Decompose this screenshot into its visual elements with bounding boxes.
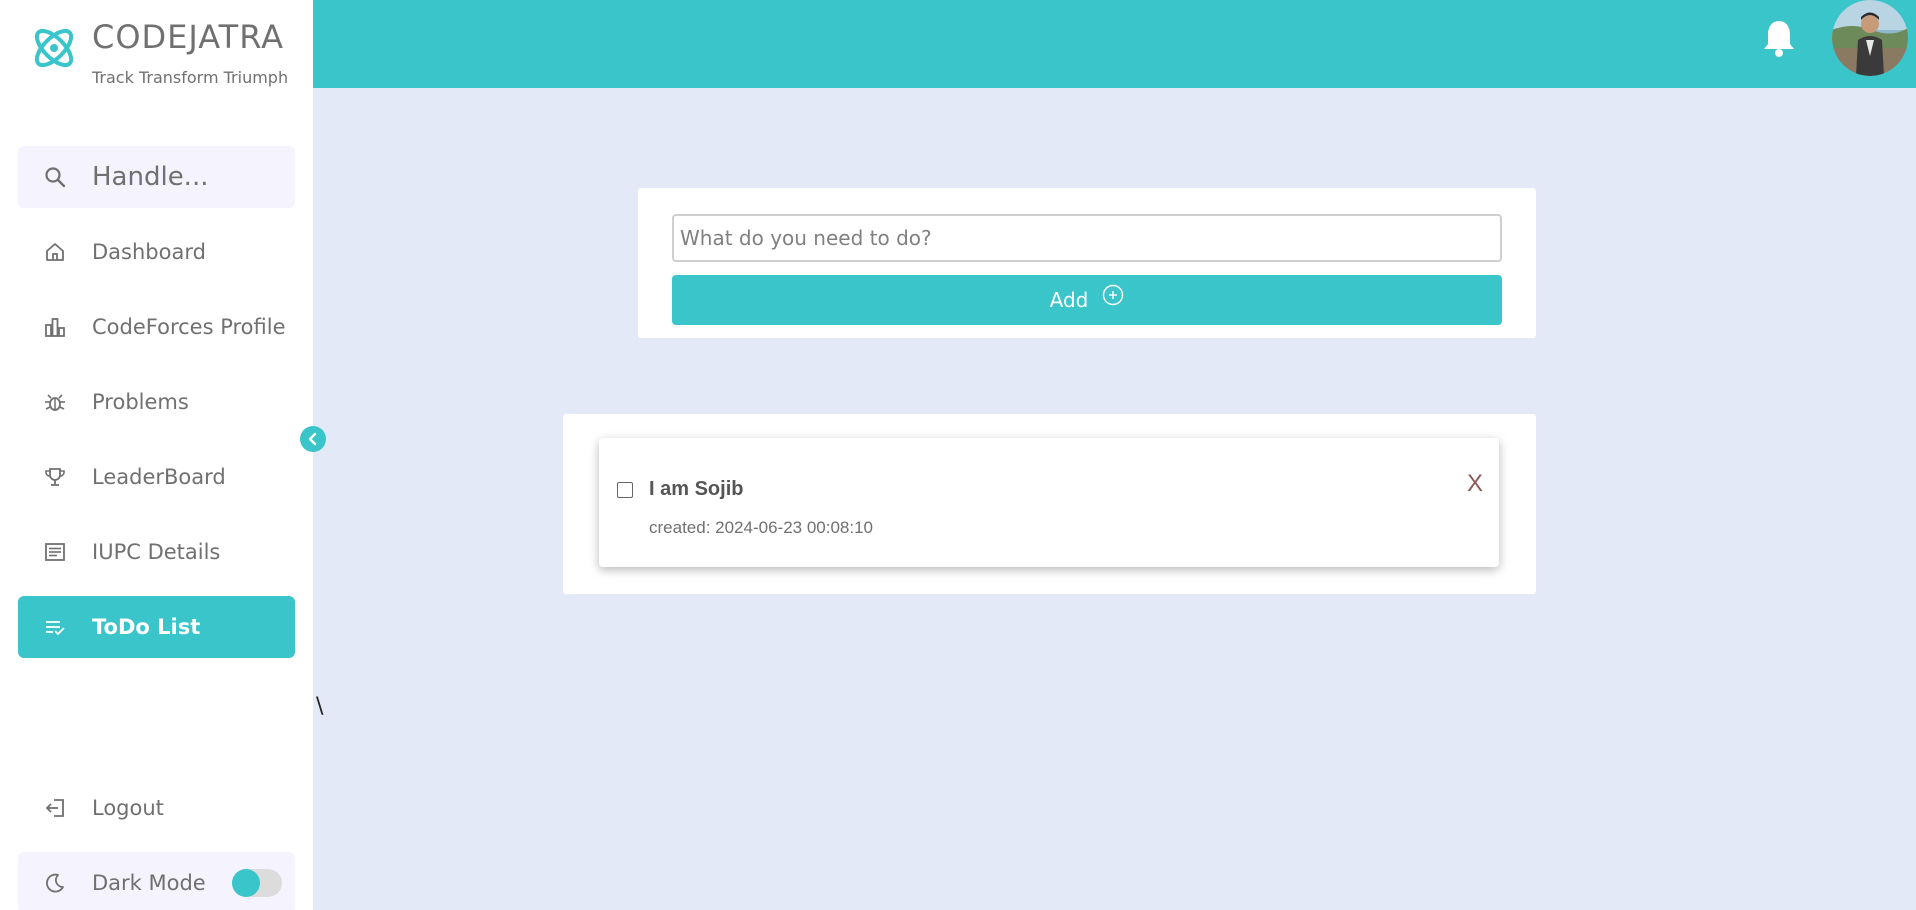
sidebar-item-label: ToDo List <box>92 615 201 639</box>
brand-tagline: Track Transform Triumph <box>92 68 289 87</box>
sidebar-collapse-button[interactable] <box>300 426 326 452</box>
stray-text: \ <box>316 694 324 719</box>
sidebar-item-todo-list[interactable]: ToDo List <box>18 596 295 658</box>
user-avatar[interactable] <box>1832 0 1908 76</box>
todo-input[interactable] <box>672 214 1502 262</box>
sidebar-item-leaderboard[interactable]: LeaderBoard <box>18 446 295 508</box>
delete-todo-button[interactable]: X <box>1467 470 1483 498</box>
sidebar: CODEJATRA Track Transform Triumph Handle… <box>0 0 313 910</box>
logout-icon <box>18 797 92 819</box>
toggle-knob <box>232 869 260 897</box>
todo-created-timestamp: created: 2024-06-23 00:08:10 <box>649 518 874 537</box>
document-icon <box>18 541 92 563</box>
dark-mode-label: Dark Mode <box>92 871 206 895</box>
checklist-icon <box>18 616 92 638</box>
chevron-left-icon <box>308 432 317 446</box>
todo-item: I am Sojib created: 2024-06-23 00:08:10 … <box>599 438 1499 567</box>
add-todo-card: Add <box>638 188 1536 338</box>
logout-label: Logout <box>92 796 164 820</box>
brand: CODEJATRA Track Transform Triumph <box>28 20 288 87</box>
brand-name: CODEJATRA <box>92 18 285 56</box>
sidebar-item-label: CodeForces Profile <box>92 315 286 339</box>
search-icon <box>18 166 92 188</box>
plus-circle-icon <box>1102 284 1124 311</box>
add-button-label: Add <box>1049 288 1089 312</box>
bar-chart-icon <box>18 316 92 338</box>
add-button[interactable]: Add <box>672 275 1502 325</box>
sidebar-item-dashboard[interactable]: Dashboard <box>18 221 295 283</box>
sidebar-item-codeforces-profile[interactable]: CodeForces Profile <box>18 296 295 358</box>
sidebar-item-label: LeaderBoard <box>92 465 226 489</box>
sidebar-item-label: Problems <box>92 390 189 414</box>
sidebar-item-iupc-details[interactable]: IUPC Details <box>18 521 295 583</box>
todo-title: I am Sojib <box>649 478 744 500</box>
dark-mode-toggle[interactable] <box>232 869 282 897</box>
sidebar-item-problems[interactable]: Problems <box>18 371 295 433</box>
trophy-icon <box>18 466 92 488</box>
sidebar-item-label: Dashboard <box>92 240 206 264</box>
todo-checkbox[interactable] <box>617 482 633 498</box>
search-input[interactable]: Handle... <box>92 162 208 192</box>
notification-bell-icon[interactable] <box>1760 18 1798 62</box>
search-box[interactable]: Handle... <box>18 146 295 208</box>
moon-icon <box>18 872 92 894</box>
todo-list-card: I am Sojib created: 2024-06-23 00:08:10 … <box>563 414 1536 594</box>
sidebar-item-label: IUPC Details <box>92 540 221 564</box>
dark-mode-row: Dark Mode <box>18 852 295 910</box>
home-icon <box>18 241 92 263</box>
logout-button[interactable]: Logout <box>18 777 295 839</box>
logo-icon <box>34 28 74 68</box>
top-header <box>313 0 1916 88</box>
bug-icon <box>18 391 92 413</box>
